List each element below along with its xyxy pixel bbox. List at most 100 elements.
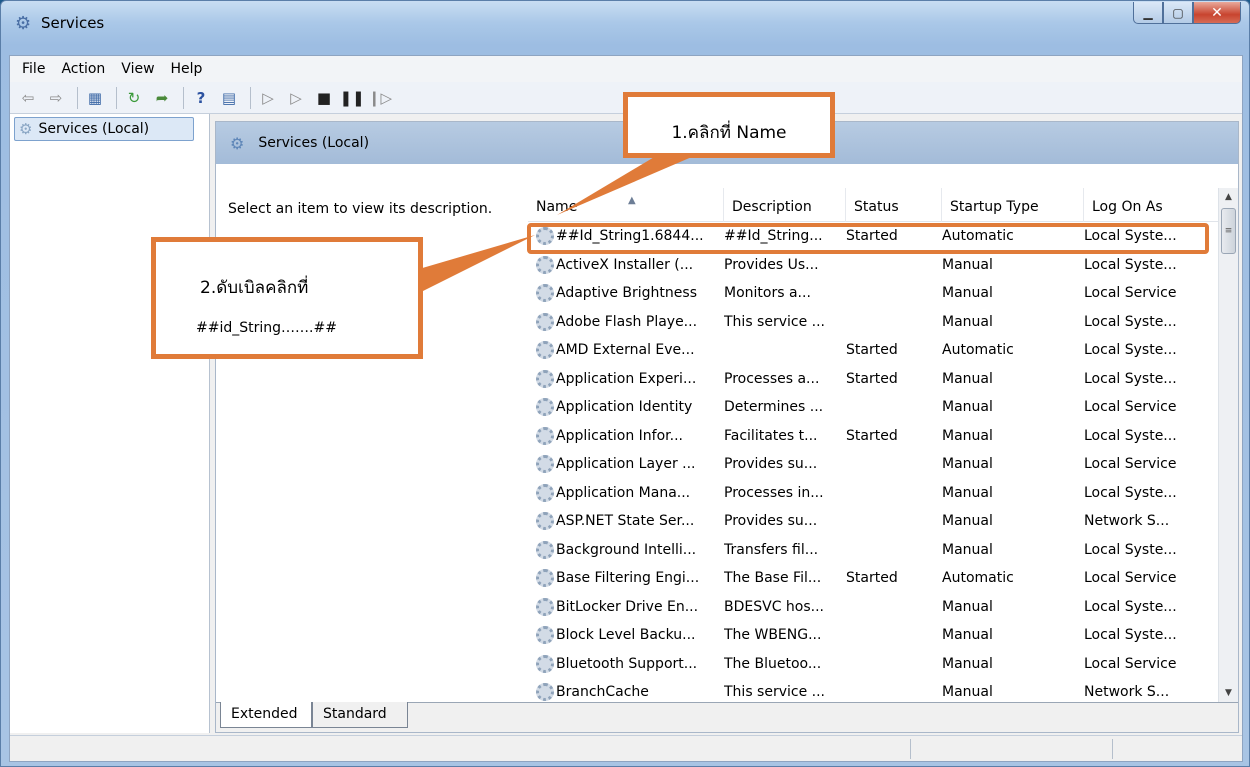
forward-icon[interactable]: ⇨ xyxy=(44,86,68,110)
column-header-startup-type[interactable]: Startup Type xyxy=(942,188,1084,222)
start-service-icon[interactable]: ▷ xyxy=(256,86,280,110)
service-gear-icon xyxy=(536,512,554,530)
cell-description: Facilitates t... xyxy=(724,427,818,444)
service-gear-icon xyxy=(536,426,554,445)
service-row[interactable]: BranchCache This service ... Manual Network… xyxy=(528,678,1218,702)
service-row[interactable]: Base Filtering Engi... The Base Fil... Sta… xyxy=(528,564,1218,593)
cell-name: Bluetooth Support... xyxy=(556,655,698,672)
cell-status xyxy=(846,507,940,535)
window-client-area: File Action View Help ⇦ ⇨ ▦ ↻ ➦ ? ▤ ▷ ▷ … xyxy=(9,55,1243,762)
column-header-row: Name ▲ Description Status Startup Type L… xyxy=(528,188,1218,222)
scroll-thumb[interactable]: ≡ xyxy=(1221,208,1236,254)
column-header-status[interactable]: Status xyxy=(846,188,942,222)
service-gear-icon xyxy=(536,683,554,701)
cell-description: Processes a... xyxy=(724,370,820,387)
column-header-description[interactable]: Description xyxy=(724,188,846,222)
service-row[interactable]: BitLocker Drive En... BDESVC hos... Manual… xyxy=(528,593,1218,622)
service-row[interactable]: ASP.NET State Ser... Provides su... Manual… xyxy=(528,507,1218,536)
show-hide-console-tree-icon[interactable]: ▦ xyxy=(83,86,107,110)
service-row[interactable]: Background Intelli... Transfers fil... Man… xyxy=(528,536,1218,565)
service-gear-icon xyxy=(536,569,554,587)
cell-log-on-as: Network S... xyxy=(1084,684,1170,700)
service-row[interactable]: Adaptive Brightness Monitors a... Manual Lo… xyxy=(528,279,1218,308)
menu-action[interactable]: Action xyxy=(53,61,113,77)
scroll-up-arrow-icon[interactable]: ▲ xyxy=(1219,188,1238,206)
cell-log-on-as: Local Syste... xyxy=(1084,256,1177,273)
cell-log-on-as: Local Syste... xyxy=(1084,484,1177,501)
back-icon[interactable]: ⇦ xyxy=(16,86,40,110)
restart-service-icon[interactable]: ❙▷ xyxy=(368,86,392,110)
cell-log-on-as: Local Syste... xyxy=(1084,541,1177,558)
pane-header-title: Services (Local) xyxy=(258,135,370,151)
tab-standard[interactable]: Standard xyxy=(312,702,408,728)
menu-view[interactable]: View xyxy=(113,61,162,77)
properties-icon[interactable]: ▤ xyxy=(217,86,241,110)
callout-step2-line2: ##id_String…….## xyxy=(196,320,337,336)
cell-name: Adobe Flash Playe... xyxy=(556,313,698,330)
minimize-button[interactable]: ▁ xyxy=(1133,2,1163,24)
cell-startup-type: Manual xyxy=(942,513,993,529)
tab-extended[interactable]: Extended xyxy=(220,702,312,728)
service-row[interactable]: Application Layer ... Provides su... Manua… xyxy=(528,450,1218,479)
cell-log-on-as: Local Syste... xyxy=(1084,313,1177,330)
callout-step1-text: 1.คลิกที่ Name xyxy=(671,123,787,143)
service-row[interactable]: ActiveX Installer (... Provides Us... Manu… xyxy=(528,251,1218,280)
callout-step2: 2.ดับเบิลคลิกที่ ##id_String…….## xyxy=(151,237,423,359)
service-gear-icon xyxy=(536,540,554,559)
menu-file[interactable]: File xyxy=(14,61,53,77)
cell-description: Processes in... xyxy=(724,484,824,501)
menu-help[interactable]: Help xyxy=(163,61,211,77)
maximize-button[interactable]: ▢ xyxy=(1163,2,1193,24)
gear-icon: ⚙ xyxy=(230,133,245,153)
sort-ascending-icon: ▲ xyxy=(628,195,636,206)
callout-step2-line1: 2.ดับเบิลคลิกที่ xyxy=(200,278,309,298)
cell-status: Started xyxy=(846,342,898,358)
service-row[interactable]: Application Infor... Facilitates t... Star… xyxy=(528,422,1218,451)
start-service-alt-icon[interactable]: ▷ xyxy=(284,86,308,110)
cell-startup-type: Manual xyxy=(942,684,993,700)
cell-startup-type: Manual xyxy=(942,256,993,273)
help-icon[interactable]: ? xyxy=(189,86,213,110)
tree-item-services-local[interactable]: ⚙ Services (Local) xyxy=(14,117,194,141)
cell-description: Monitors a... xyxy=(724,285,811,301)
service-row[interactable]: Application Mana... Processes in... Manual… xyxy=(528,479,1218,508)
cell-status: Started xyxy=(846,570,898,586)
cell-startup-type: Automatic xyxy=(942,570,1014,586)
service-row[interactable]: Block Level Backu... The WBENG... Manual Lo… xyxy=(528,621,1218,650)
highlight-box xyxy=(527,223,1209,254)
service-gear-icon xyxy=(536,369,554,388)
cell-name: AMD External Eve... xyxy=(556,342,695,358)
scroll-down-arrow-icon[interactable]: ▼ xyxy=(1219,684,1238,702)
cell-description: The Base Fil... xyxy=(724,570,822,586)
cell-description: Transfers fil... xyxy=(724,541,819,558)
close-button[interactable]: ✕ xyxy=(1193,2,1241,24)
service-row[interactable]: Application Experi... Processes a... Start… xyxy=(528,365,1218,394)
service-row[interactable]: Adobe Flash Playe... This service ... Manu… xyxy=(528,308,1218,337)
cell-log-on-as: Local Service xyxy=(1084,655,1177,672)
service-row[interactable]: Bluetooth Support... The Bluetoo... Manual… xyxy=(528,650,1218,679)
column-header-log-on-as[interactable]: Log On As xyxy=(1084,188,1218,222)
column-header-label: Name xyxy=(536,199,578,215)
export-list-icon[interactable]: ➦ xyxy=(150,86,174,110)
cell-name: ASP.NET State Ser... xyxy=(556,513,695,529)
vertical-scrollbar[interactable]: ▲ ≡ ▼ xyxy=(1218,188,1238,702)
cell-description: Provides su... xyxy=(724,456,818,472)
refresh-icon[interactable]: ↻ xyxy=(122,86,146,110)
cell-log-on-as: Local Service xyxy=(1084,570,1177,586)
column-header-name[interactable]: Name ▲ xyxy=(528,188,724,222)
service-gear-icon xyxy=(536,312,554,331)
cell-description: This service ... xyxy=(724,684,826,700)
cell-description: This service ... xyxy=(724,313,826,330)
stop-service-icon[interactable]: ■ xyxy=(312,86,336,110)
service-gear-icon xyxy=(536,398,554,416)
cell-description xyxy=(724,336,844,364)
service-gear-icon xyxy=(536,597,554,616)
pause-service-icon[interactable]: ❚❚ xyxy=(339,86,364,110)
cell-log-on-as: Local Syste... xyxy=(1084,627,1177,643)
status-bar xyxy=(10,735,1242,761)
service-row[interactable]: AMD External Eve... Started Automatic Local… xyxy=(528,336,1218,365)
title-bar[interactable]: ⚙ Services ▁ ▢ ✕ xyxy=(1,1,1249,45)
status-divider xyxy=(1112,739,1113,759)
service-row[interactable]: Application Identity Determines ... Manual… xyxy=(528,393,1218,422)
callout-step1: 1.คลิกที่ Name xyxy=(623,92,835,158)
